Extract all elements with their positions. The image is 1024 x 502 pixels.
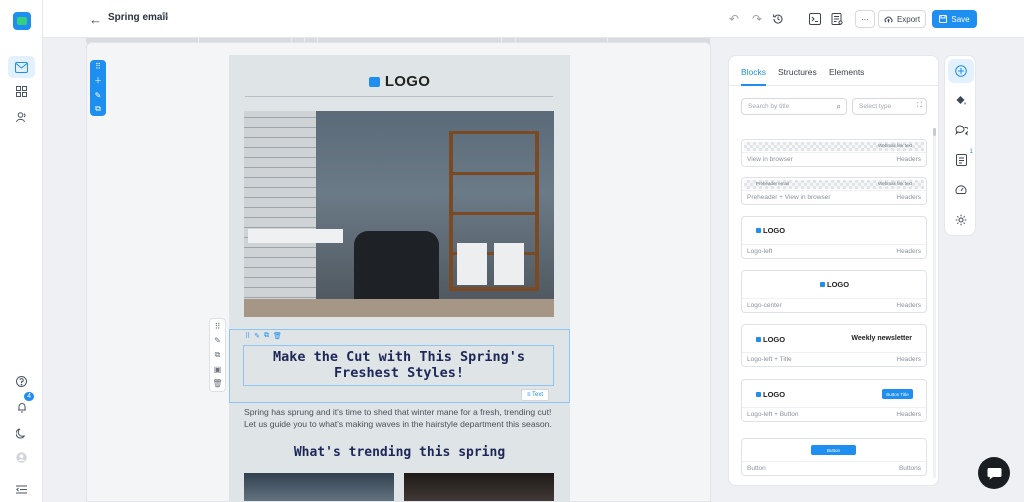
blocks-panel: Blocks Structures Elements Search by tit…: [728, 55, 939, 486]
dark-mode-icon[interactable]: [8, 422, 35, 444]
help-icon[interactable]: [8, 370, 35, 392]
structure-toolbar: ⠿ ＋ ✎ ⧉: [90, 60, 106, 116]
hero-image[interactable]: [244, 111, 554, 317]
trend-image-2[interactable]: [404, 473, 554, 501]
brand-logo[interactable]: [13, 12, 31, 30]
duplicate-icon[interactable]: ⧉: [215, 350, 221, 360]
filter-icon: ⛶: [917, 102, 922, 109]
search-icon: ⌕: [836, 102, 841, 111]
email-logo[interactable]: LOGO: [229, 73, 570, 90]
block-card[interactable]: Button Button Buttons: [741, 438, 927, 476]
gear-icon[interactable]: [948, 208, 974, 232]
add-icon[interactable]: ＋: [94, 75, 102, 86]
email-icon[interactable]: [8, 56, 35, 78]
block-card[interactable]: Preheader email Webmail link text Prehead…: [741, 177, 927, 205]
active-tab-indicator: [741, 84, 766, 86]
block-card[interactable]: LOGO Button Title Logo-left + Button Heade…: [741, 379, 927, 422]
edit-pencil-icon[interactable]: ✎: [214, 336, 221, 345]
body-text[interactable]: Spring has sprung and it's time to shed …: [244, 406, 554, 430]
document-title: Spring email: [108, 12, 169, 23]
drag-handle-icon[interactable]: ⠿: [95, 62, 101, 71]
duplicate-icon[interactable]: ⧉: [264, 332, 269, 342]
test-email-icon[interactable]: [828, 10, 846, 28]
block-toolbar: ⠿ ✎ ⧉ ▣ 🗑: [209, 318, 226, 392]
back-arrow-icon[interactable]: ←: [89, 12, 102, 27]
logo-divider: [245, 96, 553, 97]
save-button[interactable]: Save: [932, 10, 977, 28]
modules-icon[interactable]: [8, 80, 35, 102]
more-button[interactable]: ···: [855, 10, 875, 28]
export-button[interactable]: Export: [878, 10, 926, 28]
panel-tabs: Blocks Structures Elements: [729, 56, 938, 86]
cloud-upload-icon: [884, 16, 893, 22]
block-card[interactable]: LOGO Logo-left Headers: [741, 216, 927, 259]
block-card[interactable]: LOGO Logo-center Headers: [741, 270, 927, 313]
avatar[interactable]: [8, 446, 35, 468]
edit-pencil-icon[interactable]: ✎: [254, 332, 260, 342]
block-card[interactable]: LOGO Weekly newsletter Logo-left + Title H…: [741, 324, 927, 367]
floppy-disk-icon: [939, 15, 948, 23]
export-label: Export: [896, 14, 921, 24]
editor-canvas: LOGO ⠿ ✎ ⧉ 🗑 Make the Cut with This Spri…: [86, 42, 711, 502]
redo-icon[interactable]: ↷: [748, 10, 766, 28]
drag-handle-icon[interactable]: ⠿: [215, 322, 221, 331]
users-icon[interactable]: [8, 106, 35, 128]
duplicate-icon[interactable]: ⧉: [95, 104, 101, 114]
comments-icon[interactable]: [948, 118, 974, 142]
speedometer-icon[interactable]: [948, 178, 974, 202]
tab-blocks[interactable]: Blocks: [741, 67, 766, 77]
lock-icon: [368, 77, 380, 87]
email-preview: LOGO ⠿ ✎ ⧉ 🗑 Make the Cut with This Spri…: [229, 55, 570, 501]
headline-text[interactable]: Make the Cut with This Spring's Freshest…: [245, 349, 553, 381]
add-block-icon[interactable]: [948, 59, 974, 83]
rename-pencil-icon[interactable]: ✎: [161, 11, 169, 22]
saved-modules-icon[interactable]: 1: [948, 148, 974, 172]
block-mini-toolbar: ⠿ ✎ ⧉ 🗑: [245, 332, 282, 342]
edit-pencil-icon[interactable]: ✎: [95, 91, 102, 100]
block-card[interactable]: Webmail link text View in browser Headers: [741, 139, 927, 167]
panel-scrollbar[interactable]: [933, 128, 936, 478]
undo-icon[interactable]: ↶: [725, 10, 743, 28]
delete-icon[interactable]: 🗑: [212, 379, 222, 388]
drag-handle-icon[interactable]: ⠿: [245, 332, 250, 342]
modules-badge: 1: [969, 149, 973, 155]
section-heading[interactable]: What's trending this spring: [229, 445, 570, 460]
panel-scroll-thumb[interactable]: [933, 128, 936, 136]
save-label: Save: [951, 14, 970, 24]
text-block-tag: ≡ Text: [521, 389, 550, 401]
settings-strip: 1: [944, 55, 976, 236]
search-input[interactable]: Search by title ⌕: [741, 98, 847, 115]
tab-structures[interactable]: Structures: [778, 67, 817, 77]
tab-elements[interactable]: Elements: [829, 67, 864, 77]
type-select[interactable]: Select type ⛶: [852, 98, 927, 115]
collapse-menu-icon[interactable]: [8, 478, 35, 500]
chat-support-icon[interactable]: [978, 457, 1010, 489]
code-editor-icon[interactable]: [806, 10, 824, 28]
app-root: 4 ← Spring email ✎ ↶ ↷ ··· Export Save L…: [0, 0, 1024, 502]
top-bar: ← Spring email ✎ ↶ ↷ ··· Export Save: [43, 0, 1024, 38]
trend-image-1[interactable]: [244, 473, 394, 501]
save-module-icon[interactable]: ▣: [214, 365, 222, 374]
paint-bucket-icon[interactable]: [948, 88, 974, 112]
history-icon[interactable]: [769, 10, 787, 28]
notification-badge: 4: [24, 392, 34, 401]
left-rail: 4: [0, 0, 43, 502]
delete-icon[interactable]: 🗑: [273, 332, 282, 342]
notifications-icon[interactable]: 4: [8, 392, 35, 418]
